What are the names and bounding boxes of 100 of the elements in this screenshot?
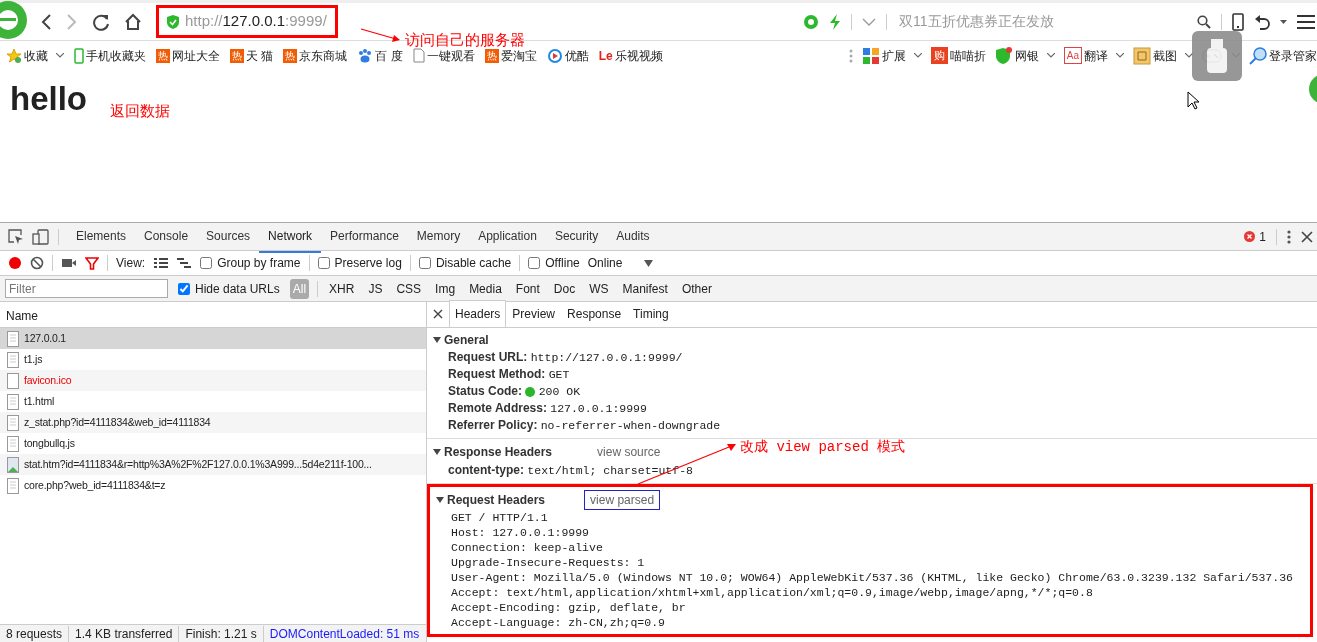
option-checkbox[interactable] <box>200 257 213 269</box>
bookmark-link[interactable]: Le 乐视视频 <box>598 46 663 65</box>
panel-tab[interactable]: Elements <box>67 220 136 253</box>
error-counter[interactable]: 1 <box>1244 227 1266 246</box>
bookmark-link[interactable]: 热 京东商城 <box>283 46 348 65</box>
bookmark-link[interactable]: 热 网址大全 <box>156 46 220 65</box>
request-row[interactable]: core.php?web_id=4111834&t=z <box>0 475 426 496</box>
back-icon[interactable] <box>40 13 52 30</box>
search-icon[interactable] <box>1197 14 1211 29</box>
checkbox-label[interactable]: Hide data URLs <box>195 279 280 298</box>
phone-icon[interactable] <box>1232 12 1244 31</box>
home-icon[interactable] <box>124 12 142 31</box>
expanded-triangle-icon[interactable] <box>436 496 444 504</box>
bookmark-link[interactable]: 优酷 <box>546 46 589 65</box>
caret-icon[interactable] <box>56 53 64 58</box>
panel-tab[interactable]: Application <box>469 220 546 253</box>
option-checkbox[interactable] <box>528 257 541 269</box>
waterfall-view-icon[interactable] <box>176 257 193 269</box>
close-icon[interactable] <box>1301 230 1313 243</box>
view-toggle-link[interactable]: view parsed <box>584 490 661 510</box>
request-row[interactable]: 127.0.0.1 <box>0 328 426 349</box>
bookmark-link[interactable]: 扩展 <box>861 46 922 65</box>
detail-tab[interactable]: Response <box>561 300 628 327</box>
menu-icon[interactable] <box>1297 14 1315 29</box>
bookmark-link[interactable]: 手机收藏夹 <box>74 46 146 65</box>
panel-tab[interactable]: Sources <box>197 220 260 253</box>
expanded-triangle-icon[interactable] <box>433 448 441 456</box>
bookmark-link[interactable]: 百 度 <box>357 46 403 65</box>
checkbox-label[interactable]: Disable cache <box>435 254 512 272</box>
aperture-icon[interactable] <box>803 13 819 30</box>
header-value: 127.0.0.1:9999 <box>550 402 647 415</box>
type-filter[interactable]: CSS <box>393 278 425 299</box>
bookmark-link[interactable]: 截图 <box>1133 46 1193 65</box>
detail-tab[interactable]: Preview <box>506 300 562 327</box>
filter-field[interactable]: Filter <box>5 279 168 298</box>
type-filter[interactable]: Font <box>512 278 543 299</box>
panel-tab[interactable]: Network <box>259 220 322 253</box>
request-row[interactable]: tongbullq.js <box>0 433 426 454</box>
request-row[interactable]: stat.htm?id=4111834&r=http%3A%2F%2F127.0.0.1%3A999...5d4e211f-100... <box>0 454 426 475</box>
caret-icon[interactable] <box>1280 19 1287 24</box>
summary-link[interactable]: DOMContentLoaded: 51 ms <box>269 624 420 642</box>
record-icon[interactable] <box>8 256 22 270</box>
bookmark-link[interactable]: 网银 <box>994 46 1055 65</box>
address-text[interactable]: http://127.0.0.1:9999/ <box>185 10 327 33</box>
section-title[interactable]: Response Headers <box>444 443 553 461</box>
caret-icon[interactable] <box>913 53 922 58</box>
type-filter[interactable]: Media <box>466 278 505 299</box>
floating-button[interactable] <box>1307 72 1317 106</box>
caret-icon[interactable] <box>1046 53 1055 58</box>
list-view-icon[interactable] <box>153 257 169 269</box>
panel-tab[interactable]: Performance <box>321 220 408 253</box>
section-title[interactable]: General <box>444 331 489 349</box>
type-filter[interactable]: Other <box>678 278 715 299</box>
filter-icon[interactable] <box>85 256 99 270</box>
option-checkbox[interactable] <box>418 257 431 269</box>
checkbox-label[interactable]: Group by frame <box>217 254 301 272</box>
inspect-icon[interactable] <box>8 228 24 245</box>
bookmark-link[interactable]: 登录管家 <box>1249 46 1317 65</box>
detail-tab[interactable]: Headers <box>449 300 507 327</box>
type-filter[interactable]: Manifest <box>619 278 671 299</box>
address-field[interactable]: http://127.0.0.1:9999/ <box>156 5 338 38</box>
detail-tab[interactable]: Timing <box>627 300 675 327</box>
more-options-icon[interactable] <box>1287 229 1291 244</box>
caret-icon[interactable] <box>1116 53 1124 58</box>
bookmark-link[interactable]: 收藏 <box>6 46 64 65</box>
type-filter[interactable]: WS <box>586 278 612 299</box>
annotation-arrow <box>360 27 402 43</box>
drag-handle-icon[interactable] <box>848 48 853 63</box>
close-icon[interactable] <box>433 309 443 319</box>
type-filter[interactable]: JS <box>365 278 386 299</box>
bookmark-link[interactable]: Aa 翻译 <box>1063 46 1124 65</box>
panel-tab[interactable]: Security <box>545 220 608 253</box>
option-checkbox[interactable] <box>317 257 330 269</box>
checkbox-label[interactable]: Offline <box>545 254 580 272</box>
request-row[interactable]: t1.html <box>0 391 426 412</box>
lightning-icon[interactable] <box>829 13 841 30</box>
bookmark-link[interactable]: 热 天 猫 <box>230 46 274 65</box>
request-row[interactable]: favicon.ico <box>0 370 426 391</box>
request-row[interactable]: t1.js <box>0 349 426 370</box>
panel-tab[interactable]: Memory <box>407 220 470 253</box>
device-icon[interactable] <box>32 228 50 245</box>
camera-icon[interactable] <box>61 257 77 269</box>
type-filter[interactable]: Img <box>432 278 459 299</box>
checkbox-label[interactable]: Preserve log <box>334 254 402 272</box>
expanded-triangle-icon[interactable] <box>433 336 441 344</box>
type-filter[interactable]: XHR <box>326 278 358 299</box>
request-row[interactable]: z_stat.php?id=4111834&web_id=4111834 <box>0 412 426 433</box>
panel-tab[interactable]: Console <box>135 220 198 253</box>
browser-logo[interactable] <box>0 0 28 40</box>
hide-data-urls-checkbox[interactable] <box>178 282 190 295</box>
view-toggle-link[interactable]: view source <box>591 442 667 462</box>
chevron-down-icon[interactable] <box>862 17 876 26</box>
undo-icon[interactable] <box>1254 13 1270 30</box>
clear-icon[interactable] <box>30 256 44 270</box>
section-title[interactable]: Request Headers <box>447 491 546 509</box>
type-filter[interactable]: Doc <box>550 278 579 299</box>
bookmark-link[interactable]: 购 喵喵折 <box>930 46 986 65</box>
reload-icon[interactable] <box>92 12 110 31</box>
panel-tab[interactable]: Audits <box>607 220 659 253</box>
throttling-dropdown[interactable]: Online <box>587 254 654 272</box>
